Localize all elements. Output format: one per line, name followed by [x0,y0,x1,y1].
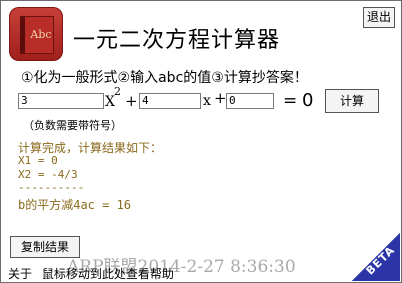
exit-button[interactable]: 退出 [363,7,395,28]
a-input[interactable]: 3 [18,93,104,109]
app-icon: Abc [9,7,63,61]
book-icon: Abc [20,16,54,54]
icon-label: Abc [30,28,52,41]
result-separator: ---------- [18,181,85,194]
exponent-label: 2 [114,85,121,98]
result-x2: X2 = -4/3 [18,168,78,181]
calculate-button[interactable]: 计算 [325,89,379,113]
x-label: x [203,93,211,109]
plus-sign-2: + [214,89,227,107]
beta-label: BETA [363,243,398,278]
zero-label: 0 [302,90,314,111]
b-input[interactable]: 4 [139,93,201,109]
negative-hint: （负数需要带符号） [23,119,122,132]
c-input[interactable]: 0 [226,93,274,109]
plus-sign-1: + [125,92,138,110]
result-x1: X1 = 0 [18,154,58,167]
calculator-window: Abc 一元二次方程计算器 退出 ①化为一般形式②输入abc的值③计算抄答案！ … [0,0,402,283]
instructions: ①化为一般形式②输入abc的值③计算抄答案！ [21,70,308,86]
beta-badge: BETA [352,233,400,281]
about-link[interactable]: 关于 [8,267,32,281]
equals-sign: = [283,91,298,111]
app-title: 一元二次方程计算器 [73,28,281,53]
help-hover-text[interactable]: 鼠标移动到此处查看帮助 [42,267,174,281]
result-discriminant: b的平方减4ac = 16 [18,198,132,212]
footer: 关于 鼠标移动到此处查看帮助 [8,265,174,282]
